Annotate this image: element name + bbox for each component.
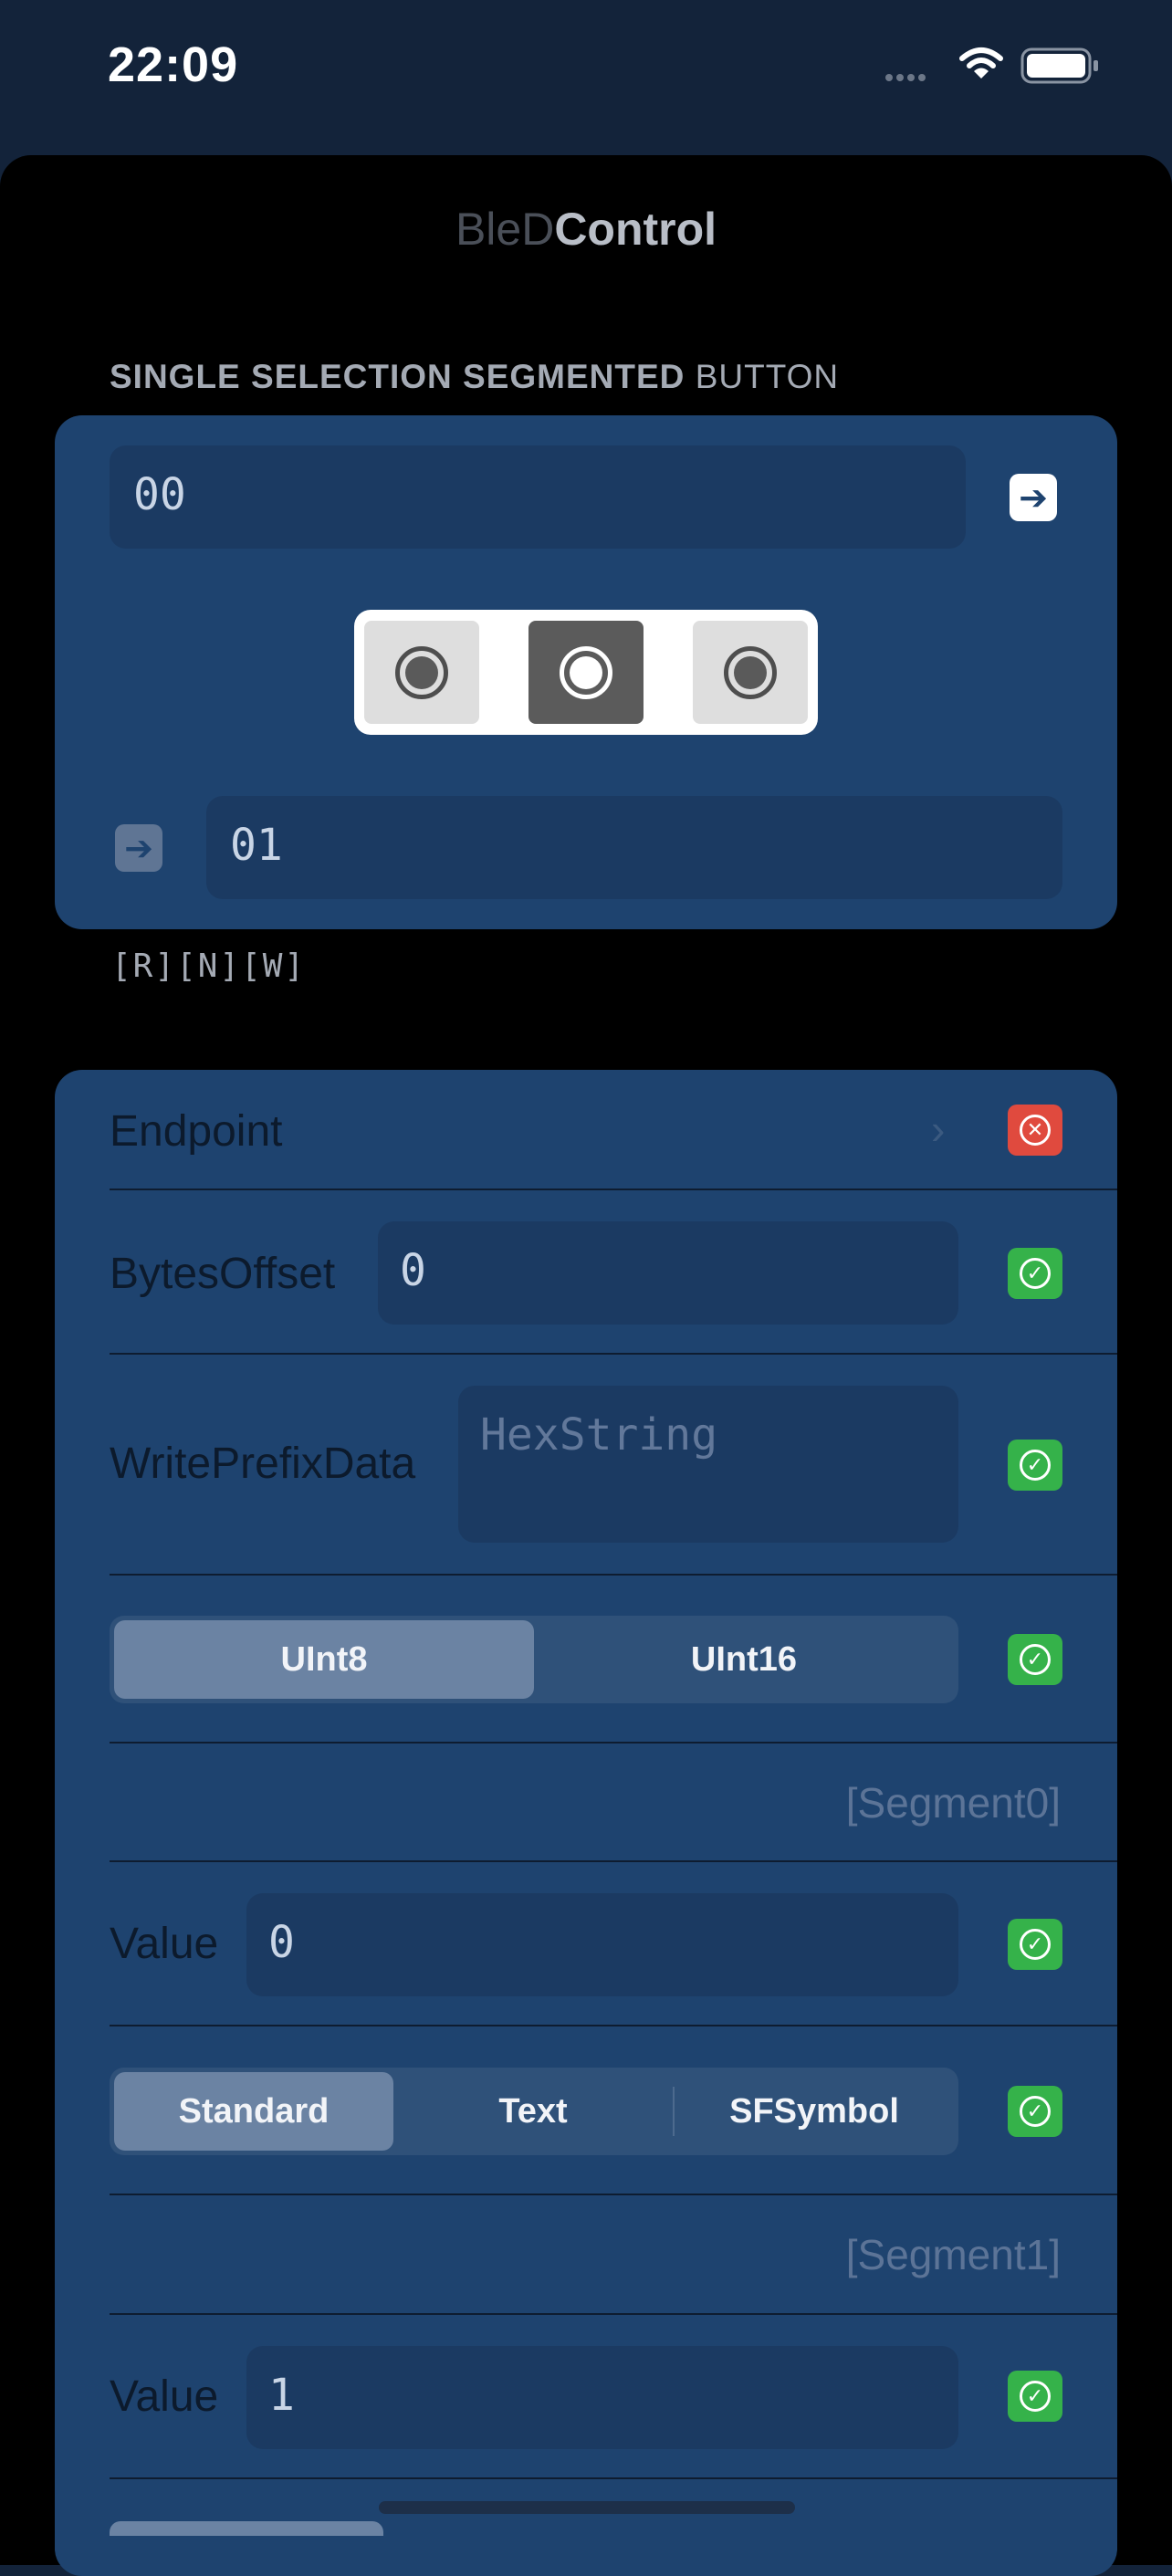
- value0-label: Value: [110, 1920, 219, 1968]
- segment1-label: [Segment1]: [845, 2231, 1061, 2278]
- battery-icon: [1020, 47, 1098, 84]
- value1-text: 1: [268, 2370, 295, 2421]
- write-prefix-field[interactable]: HexString: [458, 1386, 958, 1543]
- value0-text: 0: [268, 1917, 295, 1968]
- checkmark-circle-icon: ✓: [1020, 2381, 1051, 2412]
- write-value-field[interactable]: 00: [110, 445, 966, 549]
- segment-uint8[interactable]: UInt8: [114, 1620, 534, 1699]
- checkmark-circle-icon: ✓: [1020, 1258, 1051, 1289]
- checkmark-circle-icon: ✓: [1020, 1929, 1051, 1960]
- divider: [110, 2313, 1117, 2315]
- write-prefix-placeholder: HexString: [480, 1409, 718, 1461]
- write-prefix-label: WritePrefixData: [110, 1440, 416, 1488]
- bytes-offset-label: BytesOffset: [110, 1250, 336, 1298]
- valid-badge[interactable]: ✓: [1008, 1440, 1062, 1491]
- segment-button-1[interactable]: [528, 621, 644, 724]
- divider: [110, 1353, 1117, 1355]
- segment-sfsymbol[interactable]: SFSymbol: [675, 2072, 954, 2151]
- value1-label: Value: [110, 2372, 219, 2421]
- properties-label: [R][N][W]: [111, 948, 307, 985]
- write-value-text: 00: [133, 469, 186, 520]
- cellular-signal-icon: [885, 69, 929, 86]
- divider: [110, 2194, 1117, 2195]
- bytes-offset-value: 0: [400, 1245, 426, 1296]
- divider: [110, 1189, 1117, 1190]
- error-badge[interactable]: ✕: [1008, 1105, 1062, 1156]
- receive-arrow-icon: ➔: [115, 824, 162, 872]
- segment-button-0[interactable]: [364, 621, 479, 724]
- valid-badge[interactable]: ✓: [1008, 1248, 1062, 1299]
- checkmark-circle-icon: ✓: [1020, 1644, 1051, 1675]
- valid-badge[interactable]: ✓: [1008, 2371, 1062, 2422]
- divider: [110, 1742, 1117, 1744]
- record-circle-icon: [724, 645, 777, 699]
- wifi-icon: [959, 47, 1003, 79]
- status-time: 22:09: [108, 37, 239, 92]
- checkmark-circle-icon: ✓: [1020, 1450, 1051, 1481]
- valid-badge[interactable]: ✓: [1008, 1919, 1062, 1970]
- value0-field[interactable]: 0: [246, 1893, 958, 1996]
- value1-field[interactable]: 1: [246, 2346, 958, 2449]
- divider: [110, 2025, 1117, 2026]
- int-type-segmented-control: UInt8 UInt16: [110, 1616, 958, 1703]
- segment-uint16[interactable]: UInt16: [534, 1620, 954, 1699]
- next-segmented-control[interactable]: [110, 2521, 383, 2536]
- home-indicator: [379, 2501, 795, 2514]
- send-arrow-icon[interactable]: ➔: [1010, 474, 1057, 521]
- segment-standard[interactable]: Standard: [114, 2072, 393, 2151]
- app-title: BleDControl: [0, 203, 1172, 256]
- endpoint-row[interactable]: [110, 1070, 1117, 1189]
- read-value-text: 01: [230, 820, 283, 871]
- bytes-offset-field[interactable]: 0: [378, 1221, 958, 1325]
- xmark-circle-icon: ✕: [1020, 1115, 1051, 1146]
- section-header-bold: SINGLE SELECTION SEGMENTED: [110, 358, 685, 395]
- read-value-field: 01: [206, 796, 1062, 899]
- style-segmented-control: Standard Text SFSymbol: [110, 2068, 958, 2155]
- checkmark-circle-icon: ✓: [1020, 2096, 1051, 2127]
- app-title-part2: Control: [554, 204, 717, 255]
- divider: [110, 2477, 1117, 2479]
- divider: [110, 1860, 1117, 1862]
- app-title-part1: BleD: [455, 204, 555, 255]
- divider: [110, 1574, 1117, 1576]
- section-header: SINGLE SELECTION SEGMENTED BUTTON: [110, 358, 839, 396]
- valid-badge[interactable]: ✓: [1008, 1634, 1062, 1685]
- chevron-right-icon: ›: [931, 1105, 946, 1153]
- segment-button-2[interactable]: [693, 621, 808, 724]
- valid-badge[interactable]: ✓: [1008, 2086, 1062, 2137]
- segment0-label: [Segment0]: [845, 1779, 1061, 1827]
- record-circle-icon: [395, 645, 448, 699]
- section-header-regular: BUTTON: [695, 358, 840, 395]
- record-circle-icon: [560, 645, 612, 699]
- segment-text[interactable]: Text: [393, 2072, 673, 2151]
